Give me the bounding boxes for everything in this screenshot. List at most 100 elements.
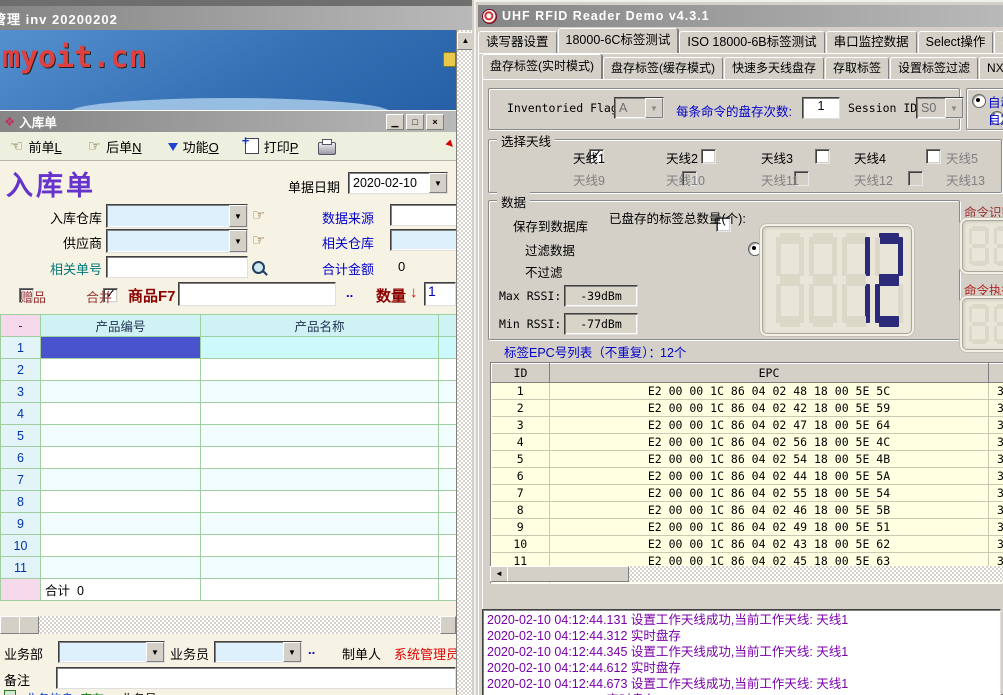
product-grid[interactable]: - 产品编号 产品名称 1 2 3 4 5 6 7 8 9 10 11 合计 0 [0, 314, 458, 601]
selected-cell[interactable] [41, 337, 201, 359]
subtab-buffer-inventory[interactable]: 盘存标签(缓存模式) [603, 57, 723, 79]
clerk-dots[interactable]: .. [308, 642, 315, 657]
epc-table[interactable]: ID EPC 1E2 00 00 1C 86 04 02 48 18 00 5E… [491, 363, 1003, 584]
tab-6c-test[interactable]: 18000-6C标签测试 [558, 28, 679, 53]
antenna2-checkbox[interactable] [701, 149, 716, 164]
inventory-count-input[interactable]: 1 [802, 97, 840, 119]
grid-row[interactable]: 2 [1, 359, 458, 381]
close-button[interactable]: × [426, 114, 444, 130]
related-no-input[interactable] [106, 256, 248, 278]
epc-row[interactable]: 1E2 00 00 1C 86 04 02 48 18 00 5E 5C3 [492, 383, 1003, 400]
warehouse-combobox[interactable]: ▼ [106, 204, 248, 228]
scroll-thumb[interactable] [507, 566, 629, 582]
rfid-title-bar[interactable]: UHF RFID Reader Demo v4.3.1 [478, 5, 1003, 27]
epc-col-epc[interactable]: EPC [550, 364, 989, 383]
supplier-pick-icon[interactable]: ☞ [252, 231, 265, 249]
grid-row[interactable]: 7 [1, 469, 458, 491]
log-line: 2020-02-10 04:12:44.345 设置工作天线成功,当前工作天线:… [487, 644, 996, 660]
warehouse-dropdown-button[interactable]: ▼ [229, 205, 247, 227]
grid-row[interactable]: 11 [1, 557, 458, 579]
epc-row[interactable]: 3E2 00 00 1C 86 04 02 47 18 00 5E 643 [492, 417, 1003, 434]
tab-database[interactable]: 数据库连接 [994, 31, 1003, 53]
tab-6b-test[interactable]: ISO 18000-6B标签测试 [679, 31, 824, 53]
app-v-scrollbar[interactable]: ▲ [456, 30, 472, 695]
doc-icon [4, 690, 16, 695]
screen: { "icons": { "hand_left": "☜", "hand_rig… [0, 0, 1003, 695]
log-line: 2020-02-10 04:12:44.312 实时盘存 [487, 628, 996, 644]
grid-row[interactable]: 4 [1, 403, 458, 425]
epc-h-scrollbar[interactable]: ◄ [490, 566, 1003, 582]
grid-row[interactable]: 5 [1, 425, 458, 447]
log-area[interactable]: 2020-02-10 04:12:44.131 设置工作天线成功,当前工作天线:… [482, 609, 1001, 695]
prev-record-button[interactable]: ☜ 前单L [4, 135, 68, 158]
product-input[interactable] [178, 282, 336, 306]
clerk-dropdown-button[interactable]: ▼ [283, 642, 301, 662]
antenna13-label: 天线13 [946, 170, 985, 189]
form-title-bar[interactable]: ❖ 入库单 ▁ □ × [0, 111, 456, 132]
note-input[interactable] [56, 667, 456, 689]
printer-icon[interactable] [318, 142, 336, 155]
epc-row[interactable]: 9E2 00 00 1C 86 04 02 49 18 00 5E 513 [492, 519, 1003, 536]
warehouse-pick-icon[interactable]: ☞ [252, 206, 265, 224]
chevron-down-icon: ▼ [234, 237, 242, 246]
grid-row[interactable]: 9 [1, 513, 458, 535]
maximize-button[interactable]: □ [406, 114, 424, 130]
epc-row[interactable]: 5E2 00 00 1C 86 04 02 54 18 00 5E 4B3 [492, 451, 1003, 468]
epc-row[interactable]: 8E2 00 00 1C 86 04 02 46 18 00 5E 5B3 [492, 502, 1003, 519]
epc-col-id[interactable]: ID [492, 364, 550, 383]
max-rssi-value: -39dBm [580, 289, 622, 303]
subtab-nxp[interactable]: NXP T [979, 57, 1003, 79]
source-input[interactable] [390, 204, 458, 226]
related-warehouse-label: 相关仓库 [322, 233, 374, 252]
grid-row[interactable]: 8 [1, 491, 458, 513]
grid-row[interactable]: 3 [1, 381, 458, 403]
scroll-button[interactable] [0, 616, 20, 634]
grid-h-scrollbar[interactable] [0, 616, 456, 634]
entry-form-window: ❖ 入库单 ▁ □ × ☜ 前单L ☞ 后单N 功能O [0, 110, 456, 695]
scroll-up-button[interactable]: ▲ [457, 32, 472, 50]
grid-col-code[interactable]: 产品编号 [41, 315, 201, 337]
scroll-thumb[interactable] [440, 616, 456, 634]
epc-col-count[interactable] [989, 364, 1003, 383]
grid-row[interactable]: 1 [1, 337, 458, 359]
dept-dropdown-button[interactable]: ▼ [146, 642, 164, 662]
supplier-combobox[interactable]: ▼ [106, 229, 248, 253]
chevron-down-icon: ▼ [288, 648, 296, 657]
auto-mode-radio[interactable] [972, 94, 986, 108]
grid-row[interactable]: 6 [1, 447, 458, 469]
tab-select-op[interactable]: Select操作 [918, 31, 994, 53]
date-dropdown-button[interactable]: ▼ [429, 173, 447, 193]
print-button[interactable]: 打印P [239, 135, 305, 158]
antenna3-checkbox[interactable] [815, 149, 830, 164]
supplier-dropdown-button[interactable]: ▼ [229, 230, 247, 252]
date-combobox[interactable]: 2020-02-10 ▼ [348, 172, 448, 194]
epc-row[interactable]: 10E2 00 00 1C 86 04 02 43 18 00 5E 623 [492, 536, 1003, 553]
scroll-button[interactable] [19, 616, 39, 634]
app-title-bar[interactable]: 管理 inv 20200202 [0, 6, 472, 30]
grid-row[interactable]: 10 [1, 535, 458, 557]
grid-col-name[interactable]: 产品名称 [201, 315, 439, 337]
functions-button[interactable]: 功能O [162, 135, 225, 158]
subtab-fast-antenna[interactable]: 快速多天线盘存 [724, 57, 824, 79]
subtab-access-tag[interactable]: 存取标签 [825, 57, 889, 79]
subtab-realtime-inventory[interactable]: 盘存标签(实时模式) [482, 54, 602, 79]
search-icon[interactable] [252, 261, 265, 274]
epc-row[interactable]: 2E2 00 00 1C 86 04 02 42 18 00 5E 593 [492, 400, 1003, 417]
minimize-button[interactable]: ▁ [386, 114, 404, 130]
gift-label: 赠品 [20, 287, 46, 306]
cmd-time-label: 命令执行时间 [964, 280, 1003, 299]
product-dots[interactable]: .. [346, 285, 353, 300]
next-record-button[interactable]: ☞ 后单N [82, 135, 148, 158]
tab-serial-monitor[interactable]: 串口监控数据 [826, 31, 917, 53]
subtab-tag-filter[interactable]: 设置标签过滤 [890, 57, 978, 79]
related-warehouse-input[interactable] [390, 229, 458, 251]
qty-input[interactable]: 1 [424, 282, 456, 306]
tab-reader-settings[interactable]: 读写器设置 [478, 31, 557, 53]
epc-row[interactable]: 4E2 00 00 1C 86 04 02 56 18 00 5E 4C3 [492, 434, 1003, 451]
dept-combobox[interactable]: ▼ [58, 641, 165, 663]
epc-row[interactable]: 6E2 00 00 1C 86 04 02 44 18 00 5E 5A3 [492, 468, 1003, 485]
antenna4-checkbox[interactable] [926, 149, 941, 164]
scroll-left-button[interactable]: ◄ [490, 566, 508, 582]
epc-row[interactable]: 7E2 00 00 1C 86 04 02 55 18 00 5E 543 [492, 485, 1003, 502]
clerk-combobox[interactable]: ▼ [214, 641, 302, 663]
